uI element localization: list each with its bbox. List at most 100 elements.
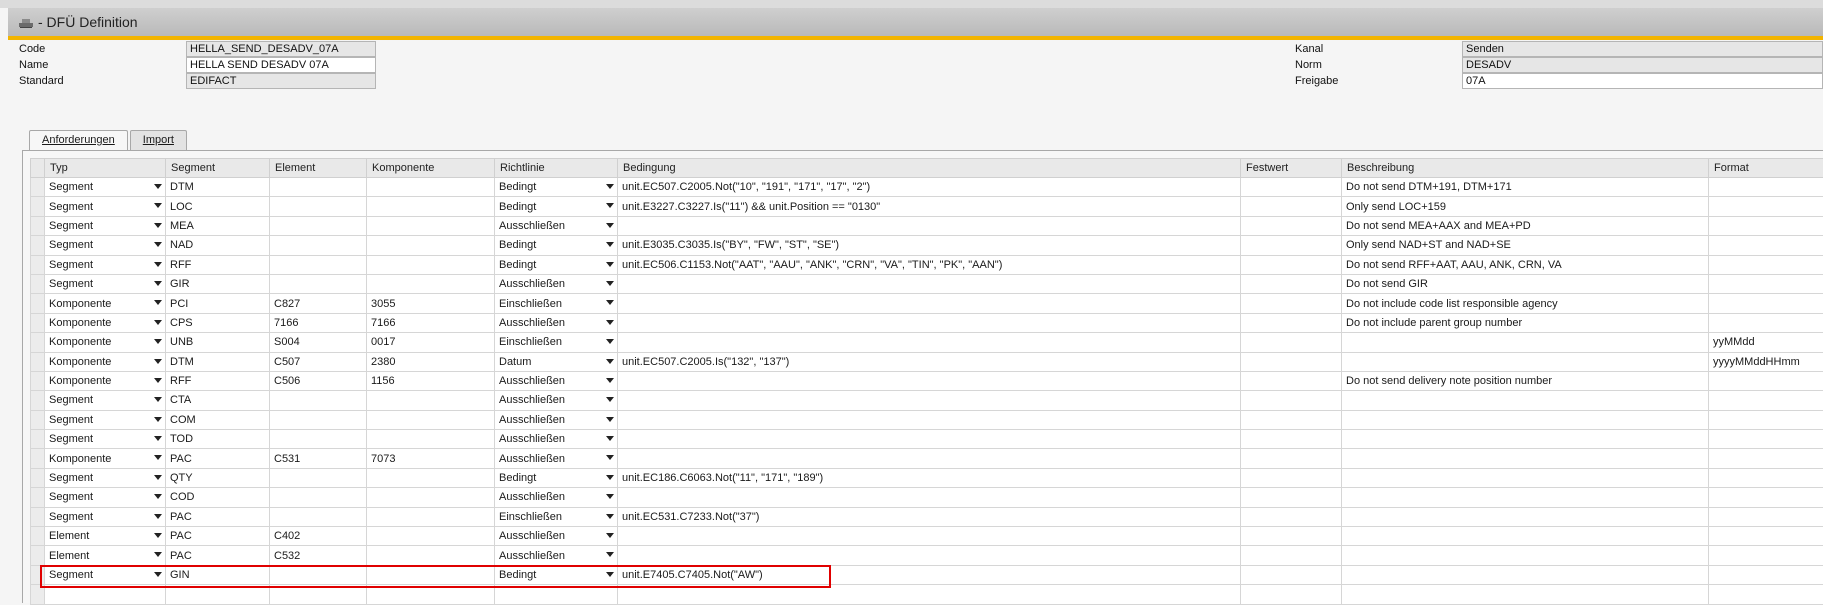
cell-typ[interactable]: Element	[45, 546, 166, 565]
norm-field[interactable]: DESADV	[1462, 57, 1823, 73]
cell-typ[interactable]: Komponente	[45, 294, 166, 313]
dropdown-arrow-icon[interactable]	[606, 320, 614, 325]
cell-segment[interactable]: PCI	[166, 294, 270, 313]
dropdown-arrow-icon[interactable]	[154, 475, 162, 480]
cell-typ[interactable]	[45, 585, 166, 604]
column-header-segment[interactable]: Segment	[166, 159, 270, 178]
table-row[interactable]: SegmentTODAusschließen	[31, 430, 1823, 449]
cell-segment[interactable]: DTM	[166, 352, 270, 371]
dropdown-arrow-icon[interactable]	[154, 494, 162, 499]
cell-festwert[interactable]	[1241, 255, 1342, 274]
dropdown-arrow-icon[interactable]	[606, 359, 614, 364]
cell-komponente[interactable]	[367, 216, 495, 235]
cell-typ[interactable]: Komponente	[45, 449, 166, 468]
dropdown-arrow-icon[interactable]	[606, 281, 614, 286]
cell-richtlinie[interactable]: Ausschließen	[495, 546, 618, 565]
dropdown-arrow-icon[interactable]	[606, 339, 614, 344]
cell-element[interactable]: C532	[270, 546, 367, 565]
row-selector[interactable]	[31, 333, 45, 352]
cell-segment[interactable]: UNB	[166, 333, 270, 352]
cell-beschreibung[interactable]	[1342, 565, 1709, 584]
cell-format[interactable]	[1709, 410, 1823, 429]
cell-komponente[interactable]: 3055	[367, 294, 495, 313]
cell-festwert[interactable]	[1241, 527, 1342, 546]
cell-element[interactable]: S004	[270, 333, 367, 352]
dropdown-arrow-icon[interactable]	[606, 455, 614, 460]
cell-bedingung[interactable]: unit.E3035.C3035.Is("BY", "FW", "ST", "S…	[618, 236, 1241, 255]
row-selector[interactable]	[31, 255, 45, 274]
cell-beschreibung[interactable]	[1342, 468, 1709, 487]
cell-beschreibung[interactable]: Only send NAD+ST and NAD+SE	[1342, 236, 1709, 255]
dropdown-arrow-icon[interactable]	[606, 494, 614, 499]
cell-komponente[interactable]	[367, 197, 495, 216]
cell-format[interactable]	[1709, 216, 1823, 235]
cell-element[interactable]: 7166	[270, 313, 367, 332]
dropdown-arrow-icon[interactable]	[606, 514, 614, 519]
row-selector[interactable]	[31, 565, 45, 584]
cell-richtlinie[interactable]: Ausschließen	[495, 527, 618, 546]
dropdown-arrow-icon[interactable]	[606, 417, 614, 422]
cell-beschreibung[interactable]	[1342, 585, 1709, 604]
cell-format[interactable]	[1709, 255, 1823, 274]
table-row[interactable]: SegmentQTYBedingtunit.EC186.C6063.Not("1…	[31, 468, 1823, 487]
cell-richtlinie[interactable]: Ausschließen	[495, 449, 618, 468]
cell-beschreibung[interactable]: Only send LOC+159	[1342, 197, 1709, 216]
cell-element[interactable]: C827	[270, 294, 367, 313]
row-selector[interactable]	[31, 507, 45, 526]
row-selector[interactable]	[31, 197, 45, 216]
table-row[interactable]: SegmentCODAusschließen	[31, 488, 1823, 507]
cell-beschreibung[interactable]	[1342, 410, 1709, 429]
cell-format[interactable]	[1709, 391, 1823, 410]
cell-element[interactable]	[270, 197, 367, 216]
cell-element[interactable]	[270, 565, 367, 584]
standard-field[interactable]: EDIFACT	[186, 73, 376, 89]
cell-beschreibung[interactable]	[1342, 333, 1709, 352]
cell-festwert[interactable]	[1241, 391, 1342, 410]
cell-element[interactable]	[270, 410, 367, 429]
dropdown-arrow-icon[interactable]	[606, 436, 614, 441]
cell-komponente[interactable]	[367, 410, 495, 429]
cell-richtlinie[interactable]: Bedingt	[495, 255, 618, 274]
cell-komponente[interactable]: 7073	[367, 449, 495, 468]
cell-festwert[interactable]	[1241, 488, 1342, 507]
cell-festwert[interactable]	[1241, 333, 1342, 352]
dropdown-arrow-icon[interactable]	[606, 184, 614, 189]
cell-bedingung[interactable]: unit.E7405.C7405.Not("AW")	[618, 565, 1241, 584]
cell-bedingung[interactable]	[618, 294, 1241, 313]
cell-komponente[interactable]: 0017	[367, 333, 495, 352]
cell-segment[interactable]: TOD	[166, 430, 270, 449]
dropdown-arrow-icon[interactable]	[154, 339, 162, 344]
dropdown-arrow-icon[interactable]	[606, 300, 614, 305]
cell-komponente[interactable]	[367, 546, 495, 565]
cell-bedingung[interactable]: unit.EC531.C7233.Not("37")	[618, 507, 1241, 526]
cell-beschreibung[interactable]: Do not send delivery note position numbe…	[1342, 371, 1709, 390]
cell-festwert[interactable]	[1241, 371, 1342, 390]
cell-komponente[interactable]	[367, 507, 495, 526]
cell-element[interactable]	[270, 236, 367, 255]
cell-richtlinie[interactable]: Ausschließen	[495, 313, 618, 332]
cell-beschreibung[interactable]: Do not include parent group number	[1342, 313, 1709, 332]
cell-element[interactable]	[270, 488, 367, 507]
cell-festwert[interactable]	[1241, 430, 1342, 449]
row-selector[interactable]	[31, 274, 45, 293]
cell-bedingung[interactable]: unit.E3227.C3227.Is("11") && unit.Positi…	[618, 197, 1241, 216]
cell-festwert[interactable]	[1241, 236, 1342, 255]
cell-richtlinie[interactable]: Ausschließen	[495, 488, 618, 507]
cell-format[interactable]	[1709, 371, 1823, 390]
cell-element[interactable]	[270, 178, 367, 197]
cell-komponente[interactable]: 7166	[367, 313, 495, 332]
cell-typ[interactable]: Segment	[45, 255, 166, 274]
cell-bedingung[interactable]	[618, 527, 1241, 546]
table-row[interactable]: SegmentGIRAusschließenDo not send GIR	[31, 274, 1823, 293]
cell-festwert[interactable]	[1241, 352, 1342, 371]
cell-richtlinie[interactable]: Bedingt	[495, 468, 618, 487]
cell-bedingung[interactable]	[618, 488, 1241, 507]
cell-richtlinie[interactable]: Einschließen	[495, 294, 618, 313]
column-header-richtlinie[interactable]: Richtlinie	[495, 159, 618, 178]
row-selector[interactable]	[31, 488, 45, 507]
cell-komponente[interactable]	[367, 468, 495, 487]
column-header-typ[interactable]: Typ	[45, 159, 166, 178]
cell-typ[interactable]: Komponente	[45, 352, 166, 371]
column-header-beschreibung[interactable]: Beschreibung	[1342, 159, 1709, 178]
dropdown-arrow-icon[interactable]	[154, 300, 162, 305]
